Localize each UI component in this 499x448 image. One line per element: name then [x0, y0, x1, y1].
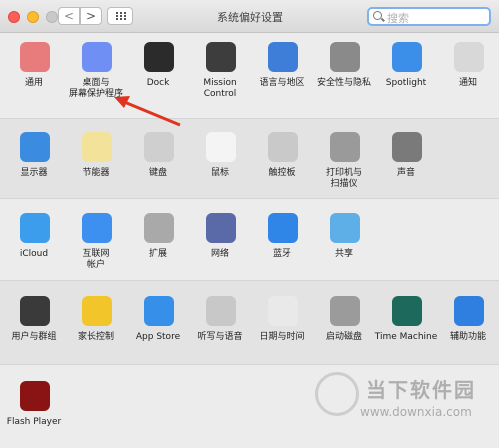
globe-icon [206, 213, 236, 243]
disk-icon [330, 296, 360, 326]
panes-row-system [0, 280, 499, 364]
mission-control-icon [206, 42, 236, 72]
pane-label: 辅助功能 [449, 332, 486, 342]
dock-icon [144, 42, 174, 72]
panes-row-personal [0, 34, 499, 118]
app-store-icon [144, 296, 174, 326]
printer-icon [330, 132, 360, 162]
sharing-folder-icon [330, 213, 360, 243]
pane-label: Flash Player [6, 417, 62, 427]
flag-icon [268, 42, 298, 72]
pane-label: 声音 [396, 168, 415, 178]
window-title: 系统偏好设置 [217, 11, 283, 24]
microphone-icon [206, 296, 236, 326]
pane-label: 通知 [458, 78, 477, 88]
notification-center-icon [454, 42, 484, 72]
panes-row-hardware [0, 118, 499, 198]
back-button[interactable]: < [58, 7, 80, 25]
flash-icon [20, 381, 50, 411]
puzzle-icon [144, 213, 174, 243]
pane-label: 共享 [334, 249, 353, 259]
close-button[interactable] [8, 11, 20, 23]
forward-button[interactable]: > [80, 7, 102, 25]
search-placeholder: 搜索 [387, 12, 409, 25]
search-input[interactable]: 搜索 [367, 7, 491, 26]
notification-icon [20, 42, 50, 72]
users-icon [20, 296, 50, 326]
mouse-icon [206, 132, 236, 162]
at-sign-icon [82, 213, 112, 243]
icloud-icon [20, 213, 50, 243]
display-icon [20, 132, 50, 162]
trackpad-icon [268, 132, 298, 162]
speaker-icon [392, 132, 422, 162]
watermark-url: www.downxia.com [360, 405, 472, 419]
desktop-screensaver-icon [82, 42, 112, 72]
show-all-grid-button[interactable] [107, 7, 133, 25]
minimize-button[interactable] [27, 11, 39, 23]
watermark-text: 当下软件园 [366, 378, 476, 402]
keyboard-icon [144, 132, 174, 162]
watermark-logo [315, 372, 359, 416]
spotlight-icon [392, 42, 422, 72]
lightbulb-icon [82, 132, 112, 162]
search-icon [373, 11, 382, 20]
accessibility-icon [454, 296, 484, 326]
clock-calendar-icon [268, 296, 298, 326]
parental-controls-icon [82, 296, 112, 326]
bluetooth-icon [268, 213, 298, 243]
time-machine-icon [392, 296, 422, 326]
title-bar: < > 系统偏好设置 搜索 [0, 0, 499, 33]
house-lock-icon [330, 42, 360, 72]
zoom-button[interactable] [46, 11, 58, 23]
